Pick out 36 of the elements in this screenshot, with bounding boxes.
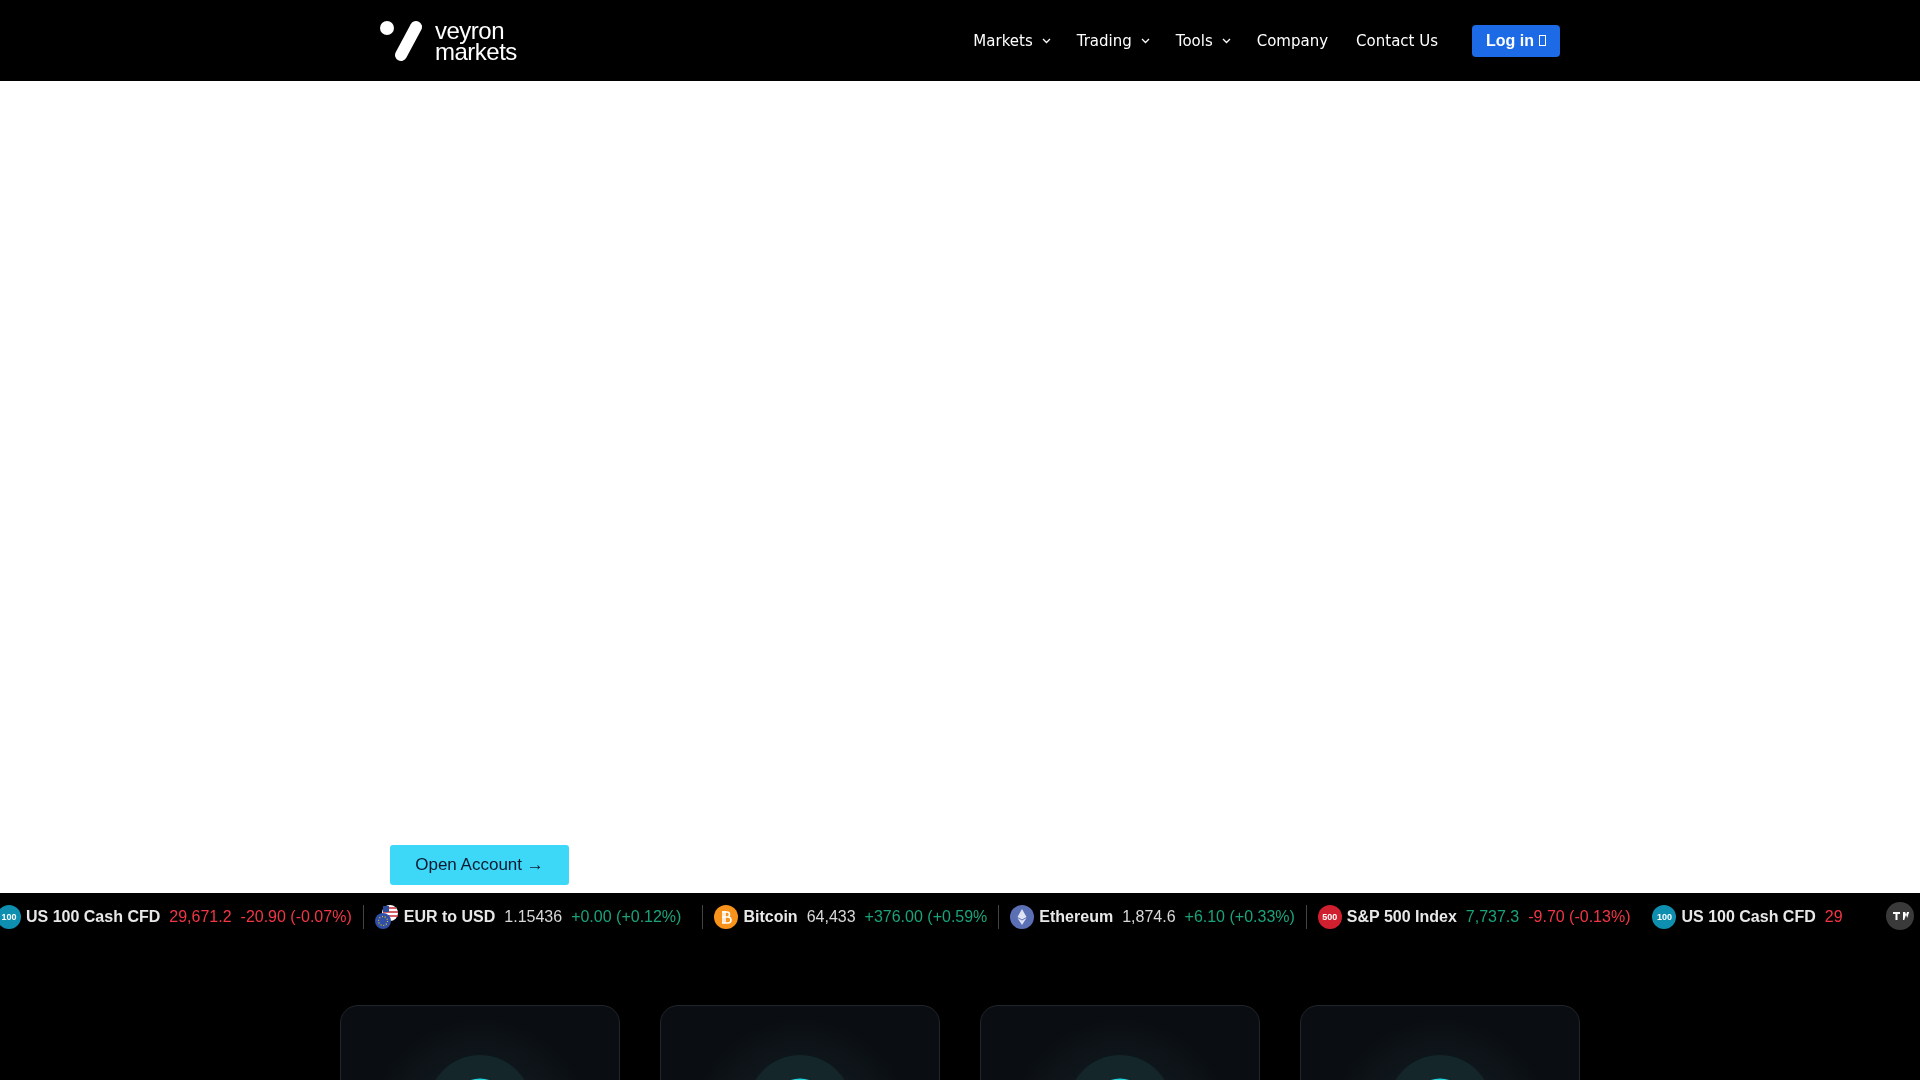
ticker-change: -9.70 (-0.13%): [1528, 907, 1631, 926]
nav-link[interactable]: Trading: [1076, 31, 1150, 50]
nav-link[interactable]: Company: [1256, 31, 1329, 50]
flags-icon: [374, 904, 399, 929]
chevron-down-icon: [1221, 37, 1231, 44]
ticker-price: 1.15436: [504, 907, 563, 926]
ticker-price: 29,671.2: [169, 907, 232, 926]
ticker-change: +0.00 (+0.12%): [571, 907, 682, 926]
open-account-button[interactable]: Open Account →: [390, 845, 569, 885]
nav-link[interactable]: Markets: [973, 31, 1051, 50]
ethereum-icon: [1010, 904, 1035, 929]
login-icon: [1539, 35, 1546, 46]
ticker-name[interactable]: S&P 500 Index: [1346, 907, 1457, 926]
ticker-price: 7,737.3: [1465, 907, 1520, 926]
chevron-down-icon: [1041, 37, 1051, 44]
index-badge: 100: [1652, 904, 1677, 929]
ticker-name[interactable]: US 100 Cash CFD: [26, 907, 161, 926]
ticker-change: +376.00 (+0.59%: [864, 907, 988, 926]
ticker-price: 64,433: [806, 907, 856, 926]
ticker-name[interactable]: US 100 Cash CFD: [1681, 907, 1816, 926]
logo[interactable]: veyron markets: [379, 18, 517, 63]
ticker-price: 29: [1824, 907, 1843, 926]
nav-link[interactable]: Contact Us: [1356, 31, 1438, 50]
index-badge: 500: [1317, 904, 1342, 929]
ticker-change: -20.90 (-0.07%): [240, 907, 352, 926]
ticker-name[interactable]: Bitcoin: [743, 907, 798, 926]
login-button[interactable]: Log in: [1472, 24, 1560, 57]
ticker-name[interactable]: EUR to USD: [403, 907, 496, 926]
nav-link[interactable]: Tools: [1175, 31, 1231, 50]
chevron-down-icon: [1140, 37, 1150, 44]
index-badge: 100: [0, 904, 21, 929]
chart-logo-icon[interactable]: [1886, 902, 1914, 930]
ticker-price: 1,874.6: [1122, 907, 1176, 926]
ticker-name[interactable]: Ethereum: [1039, 907, 1114, 926]
bitcoin-icon: [714, 904, 739, 929]
ticker-change: +6.10 (+0.33%): [1184, 907, 1295, 926]
